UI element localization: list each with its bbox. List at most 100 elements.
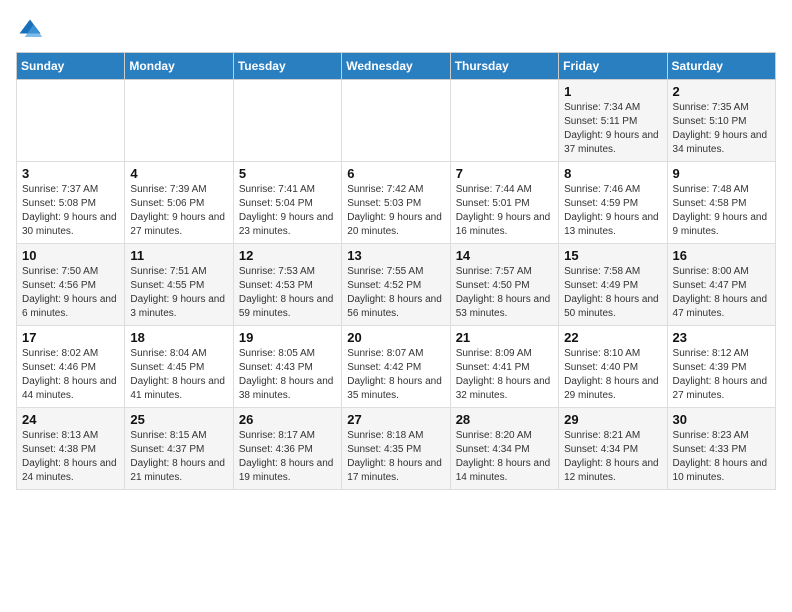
day-number: 26: [239, 412, 336, 427]
calendar-table: SundayMondayTuesdayWednesdayThursdayFrid…: [16, 52, 776, 490]
weekday-header-saturday: Saturday: [667, 53, 775, 80]
day-number: 10: [22, 248, 119, 263]
calendar-cell: 27Sunrise: 8:18 AM Sunset: 4:35 PM Dayli…: [342, 408, 450, 490]
calendar-cell: 16 Sunrise: 8:00 AM Sunset: 4:47 PM Dayli…: [667, 244, 775, 326]
weekday-header-monday: Monday: [125, 53, 233, 80]
calendar-cell: [17, 80, 125, 162]
calendar-week-5: 24Sunrise: 8:13 AM Sunset: 4:38 PM Dayli…: [17, 408, 776, 490]
day-info: Sunrise: 8:13 AM Sunset: 4:38 PM Dayligh…: [22, 429, 119, 485]
day-info: Sunrise: 8:23 AM Sunset: 4:33 PM Dayligh…: [673, 429, 770, 485]
calendar-cell: 15Sunrise: 7:58 AM Sunset: 4:49 PM Dayli…: [559, 244, 667, 326]
logo: [16, 16, 48, 44]
day-number: 22: [564, 330, 661, 345]
day-info: Sunrise: 7:41 AM Sunset: 5:04 PM Dayligh…: [239, 183, 336, 239]
weekday-header-tuesday: Tuesday: [233, 53, 341, 80]
weekday-header-sunday: Sunday: [17, 53, 125, 80]
calendar-cell: 29 Sunrise: 8:21 AM Sunset: 4:34 PM Dayli…: [559, 408, 667, 490]
calendar-cell: 11 Sunrise: 7:51 AM Sunset: 4:55 PM Dayli…: [125, 244, 233, 326]
day-info: Sunrise: 7:48 AM Sunset: 4:58 PM Dayligh…: [673, 183, 770, 239]
calendar-cell: 17 Sunrise: 8:02 AM Sunset: 4:46 PM Dayli…: [17, 326, 125, 408]
calendar-week-1: 1 Sunrise: 7:34 AM Sunset: 5:11 PM Daylig…: [17, 80, 776, 162]
day-info: Sunrise: 7:55 AM Sunset: 4:52 PM Dayligh…: [347, 265, 444, 321]
calendar-week-2: 3Sunrise: 7:37 AM Sunset: 5:08 PM Daylig…: [17, 162, 776, 244]
calendar-cell: 5 Sunrise: 7:41 AM Sunset: 5:04 PM Daylig…: [233, 162, 341, 244]
calendar-week-4: 17 Sunrise: 8:02 AM Sunset: 4:46 PM Dayli…: [17, 326, 776, 408]
calendar-cell: [342, 80, 450, 162]
calendar-cell: 14 Sunrise: 7:57 AM Sunset: 4:50 PM Dayli…: [450, 244, 558, 326]
day-info: Sunrise: 7:44 AM Sunset: 5:01 PM Dayligh…: [456, 183, 553, 239]
calendar-cell: 23Sunrise: 8:12 AM Sunset: 4:39 PM Dayli…: [667, 326, 775, 408]
logo-icon: [16, 16, 44, 44]
day-info: Sunrise: 7:35 AM Sunset: 5:10 PM Dayligh…: [673, 101, 770, 157]
day-number: 7: [456, 166, 553, 181]
day-info: Sunrise: 8:00 AM Sunset: 4:47 PM Dayligh…: [673, 265, 770, 321]
calendar-cell: 7 Sunrise: 7:44 AM Sunset: 5:01 PM Daylig…: [450, 162, 558, 244]
calendar-cell: 3Sunrise: 7:37 AM Sunset: 5:08 PM Daylig…: [17, 162, 125, 244]
day-info: Sunrise: 8:10 AM Sunset: 4:40 PM Dayligh…: [564, 347, 661, 403]
day-info: Sunrise: 7:46 AM Sunset: 4:59 PM Dayligh…: [564, 183, 661, 239]
day-info: Sunrise: 8:20 AM Sunset: 4:34 PM Dayligh…: [456, 429, 553, 485]
day-info: Sunrise: 8:09 AM Sunset: 4:41 PM Dayligh…: [456, 347, 553, 403]
day-info: Sunrise: 8:07 AM Sunset: 4:42 PM Dayligh…: [347, 347, 444, 403]
day-number: 30: [673, 412, 770, 427]
day-number: 14: [456, 248, 553, 263]
calendar-cell: 24Sunrise: 8:13 AM Sunset: 4:38 PM Dayli…: [17, 408, 125, 490]
calendar-cell: [233, 80, 341, 162]
calendar-cell: [125, 80, 233, 162]
day-info: Sunrise: 7:42 AM Sunset: 5:03 PM Dayligh…: [347, 183, 444, 239]
day-number: 13: [347, 248, 444, 263]
weekday-header-wednesday: Wednesday: [342, 53, 450, 80]
day-info: Sunrise: 7:50 AM Sunset: 4:56 PM Dayligh…: [22, 265, 119, 321]
day-number: 12: [239, 248, 336, 263]
day-number: 28: [456, 412, 553, 427]
day-number: 20: [347, 330, 444, 345]
day-info: Sunrise: 8:21 AM Sunset: 4:34 PM Dayligh…: [564, 429, 661, 485]
calendar-cell: 1 Sunrise: 7:34 AM Sunset: 5:11 PM Daylig…: [559, 80, 667, 162]
calendar-cell: 10 Sunrise: 7:50 AM Sunset: 4:56 PM Dayli…: [17, 244, 125, 326]
day-number: 5: [239, 166, 336, 181]
calendar-cell: 20 Sunrise: 8:07 AM Sunset: 4:42 PM Dayli…: [342, 326, 450, 408]
day-info: Sunrise: 8:05 AM Sunset: 4:43 PM Dayligh…: [239, 347, 336, 403]
day-number: 2: [673, 84, 770, 99]
day-number: 9: [673, 166, 770, 181]
day-number: 8: [564, 166, 661, 181]
calendar-cell: 30 Sunrise: 8:23 AM Sunset: 4:33 PM Dayli…: [667, 408, 775, 490]
day-number: 27: [347, 412, 444, 427]
day-info: Sunrise: 8:04 AM Sunset: 4:45 PM Dayligh…: [130, 347, 227, 403]
day-number: 29: [564, 412, 661, 427]
calendar-cell: 19 Sunrise: 8:05 AM Sunset: 4:43 PM Dayli…: [233, 326, 341, 408]
day-info: Sunrise: 7:57 AM Sunset: 4:50 PM Dayligh…: [456, 265, 553, 321]
calendar-cell: 21Sunrise: 8:09 AM Sunset: 4:41 PM Dayli…: [450, 326, 558, 408]
day-info: Sunrise: 7:39 AM Sunset: 5:06 PM Dayligh…: [130, 183, 227, 239]
day-info: Sunrise: 8:12 AM Sunset: 4:39 PM Dayligh…: [673, 347, 770, 403]
day-info: Sunrise: 7:34 AM Sunset: 5:11 PM Dayligh…: [564, 101, 661, 157]
day-number: 4: [130, 166, 227, 181]
day-info: Sunrise: 8:02 AM Sunset: 4:46 PM Dayligh…: [22, 347, 119, 403]
day-number: 17: [22, 330, 119, 345]
day-number: 25: [130, 412, 227, 427]
day-info: Sunrise: 7:53 AM Sunset: 4:53 PM Dayligh…: [239, 265, 336, 321]
calendar-cell: 6 Sunrise: 7:42 AM Sunset: 5:03 PM Daylig…: [342, 162, 450, 244]
day-number: 11: [130, 248, 227, 263]
calendar-cell: 13 Sunrise: 7:55 AM Sunset: 4:52 PM Dayli…: [342, 244, 450, 326]
calendar-cell: 12 Sunrise: 7:53 AM Sunset: 4:53 PM Dayli…: [233, 244, 341, 326]
calendar-header: SundayMondayTuesdayWednesdayThursdayFrid…: [17, 53, 776, 80]
day-number: 18: [130, 330, 227, 345]
day-number: 6: [347, 166, 444, 181]
calendar-cell: 2 Sunrise: 7:35 AM Sunset: 5:10 PM Daylig…: [667, 80, 775, 162]
day-info: Sunrise: 8:15 AM Sunset: 4:37 PM Dayligh…: [130, 429, 227, 485]
day-number: 1: [564, 84, 661, 99]
calendar-cell: 28 Sunrise: 8:20 AM Sunset: 4:34 PM Dayli…: [450, 408, 558, 490]
weekday-header-thursday: Thursday: [450, 53, 558, 80]
calendar-cell: 8 Sunrise: 7:46 AM Sunset: 4:59 PM Daylig…: [559, 162, 667, 244]
day-number: 19: [239, 330, 336, 345]
day-info: Sunrise: 7:37 AM Sunset: 5:08 PM Dayligh…: [22, 183, 119, 239]
calendar-cell: 9 Sunrise: 7:48 AM Sunset: 4:58 PM Daylig…: [667, 162, 775, 244]
day-info: Sunrise: 8:17 AM Sunset: 4:36 PM Dayligh…: [239, 429, 336, 485]
day-number: 15: [564, 248, 661, 263]
day-info: Sunrise: 7:51 AM Sunset: 4:55 PM Dayligh…: [130, 265, 227, 321]
weekday-header-friday: Friday: [559, 53, 667, 80]
calendar-cell: 22 Sunrise: 8:10 AM Sunset: 4:40 PM Dayli…: [559, 326, 667, 408]
day-number: 16: [673, 248, 770, 263]
calendar-week-3: 10 Sunrise: 7:50 AM Sunset: 4:56 PM Dayli…: [17, 244, 776, 326]
